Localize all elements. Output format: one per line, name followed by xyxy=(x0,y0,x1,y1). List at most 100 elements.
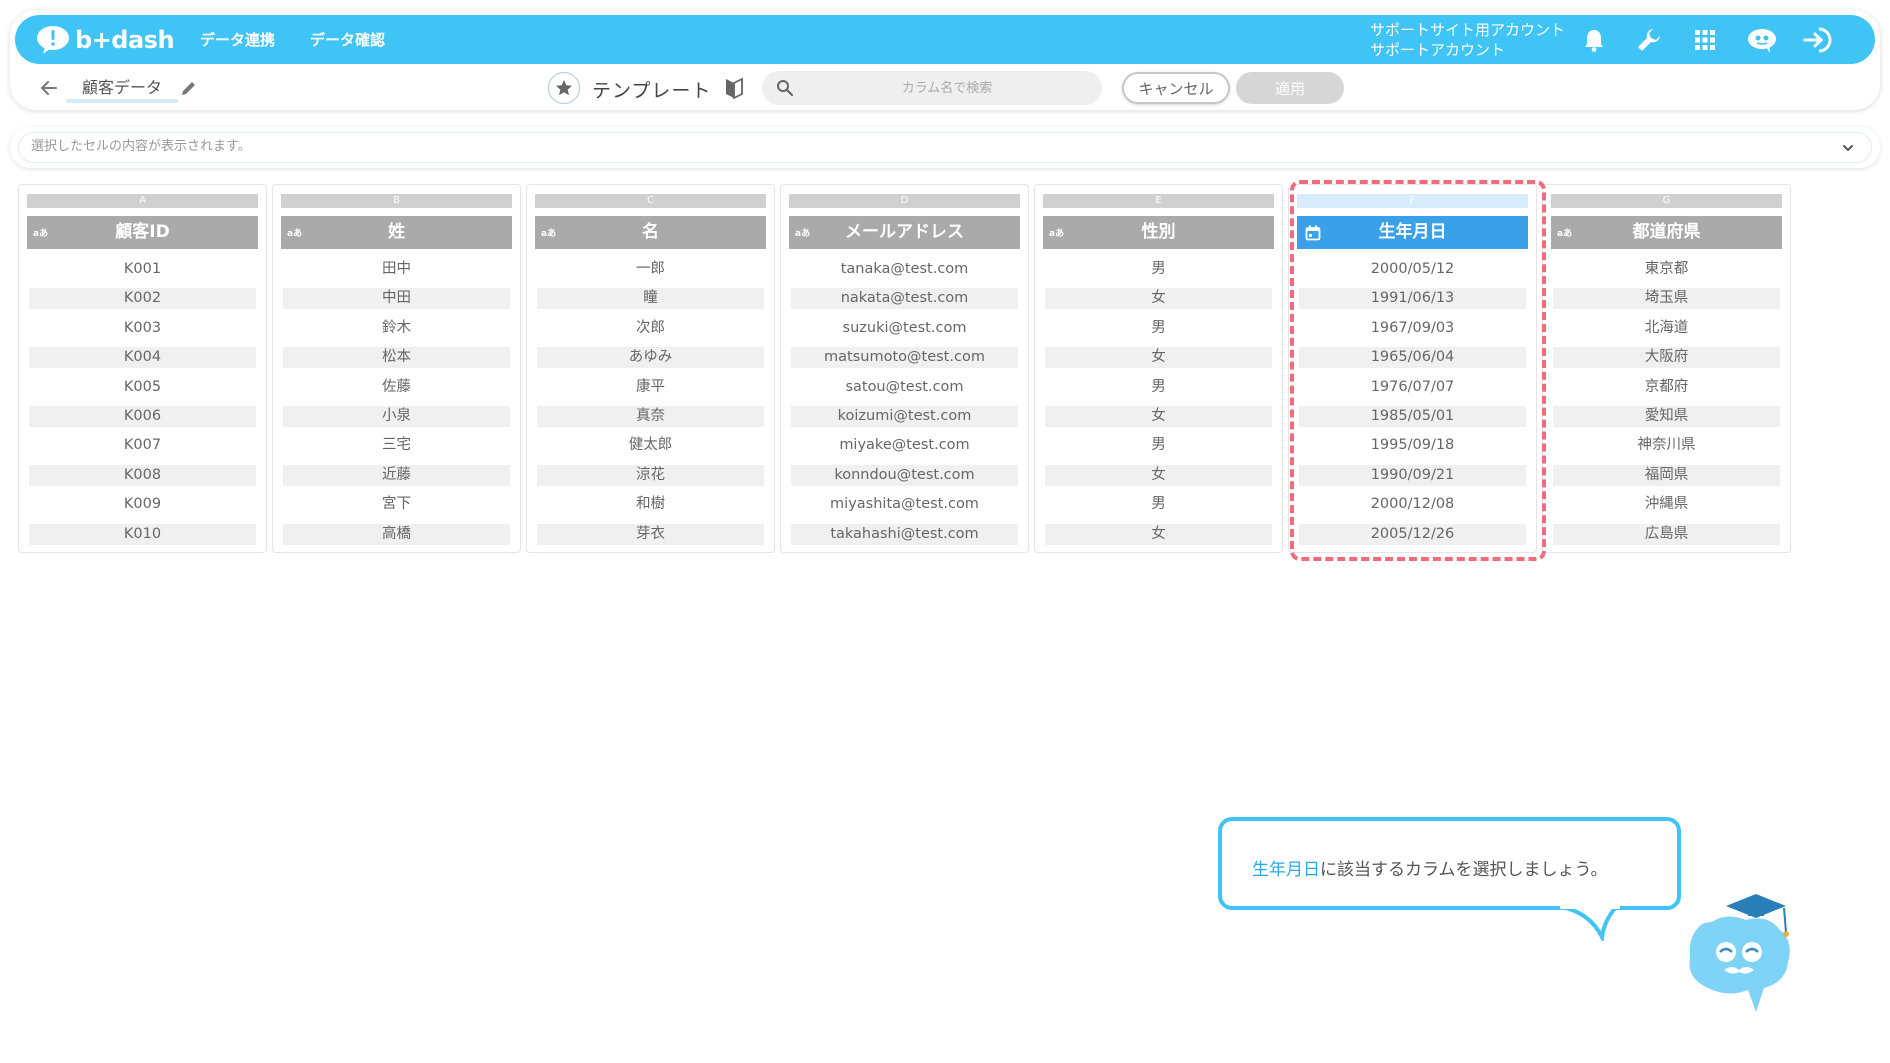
search-input[interactable] xyxy=(802,71,1092,105)
table-cell[interactable]: 中田 xyxy=(283,288,510,310)
table-cell[interactable]: 1985/05/01 xyxy=(1299,406,1526,427)
table-cell[interactable]: K004 xyxy=(29,347,256,369)
table-cell[interactable]: matsumoto@test.com xyxy=(791,347,1018,369)
cell-content-display[interactable]: 選択したセルの内容が表示されます。 xyxy=(18,132,1872,163)
table-cell[interactable]: 涼花 xyxy=(537,464,764,486)
table-cell[interactable]: 2000/05/12 xyxy=(1299,259,1526,280)
pencil-icon[interactable] xyxy=(180,79,198,97)
wrench-icon[interactable] xyxy=(1635,26,1663,54)
table-cell[interactable]: 真奈 xyxy=(537,406,764,427)
table-cell[interactable]: 男 xyxy=(1045,435,1272,456)
apps-grid-icon[interactable] xyxy=(1691,26,1719,54)
table-cell[interactable]: 佐藤 xyxy=(283,377,510,398)
table-cell[interactable]: tanaka@test.com xyxy=(791,259,1018,280)
support-mascot-icon[interactable] xyxy=(1745,26,1779,54)
table-cell[interactable]: K008 xyxy=(29,464,256,486)
logout-icon[interactable] xyxy=(1802,26,1836,54)
column-header[interactable]: aあ姓 xyxy=(281,216,512,249)
cancel-button[interactable]: キャンセル xyxy=(1122,72,1230,104)
table-cell[interactable]: 2005/12/26 xyxy=(1299,523,1526,545)
table-cell[interactable]: K007 xyxy=(29,435,256,456)
table-cell[interactable]: 2000/12/08 xyxy=(1299,494,1526,515)
table-cell[interactable]: K010 xyxy=(29,523,256,545)
column-header[interactable]: aあ 性別 xyxy=(1043,216,1274,249)
column-d[interactable]: Daあ メールアドレス tanaka@test.com nakata@test.com… xyxy=(780,184,1029,553)
table-cell[interactable]: 男 xyxy=(1045,318,1272,339)
beginner-mark-icon[interactable] xyxy=(724,77,744,99)
table-cell[interactable]: 健太郎 xyxy=(537,435,764,456)
table-cell[interactable]: 大阪府 xyxy=(1553,347,1780,369)
table-cell[interactable]: 東京都 xyxy=(1553,259,1780,280)
table-cell[interactable]: 京都府 xyxy=(1553,377,1780,398)
table-cell[interactable]: 神奈川県 xyxy=(1553,435,1780,456)
table-cell[interactable]: 広島県 xyxy=(1553,523,1780,545)
table-cell[interactable]: 1967/09/03 xyxy=(1299,318,1526,339)
table-cell[interactable]: K009 xyxy=(29,494,256,515)
table-cell[interactable]: 1965/06/04 xyxy=(1299,347,1526,369)
table-cell[interactable]: K005 xyxy=(29,377,256,398)
table-cell[interactable]: 男 xyxy=(1045,494,1272,515)
column-c[interactable]: Caあ名一郎瞳次郎 あゆみ 康平 真奈 健太郎 涼花 和樹 芽衣 xyxy=(526,184,775,553)
table-cell[interactable]: 一郎 xyxy=(537,259,764,280)
nav-data-check[interactable]: データ確認 xyxy=(310,15,385,64)
table-cell[interactable]: satou@test.com xyxy=(791,377,1018,398)
table-cell[interactable]: 鈴木 xyxy=(283,318,510,339)
table-cell[interactable]: nakata@test.com xyxy=(791,288,1018,310)
table-cell[interactable]: 1991/06/13 xyxy=(1299,288,1526,310)
apply-button[interactable]: 適用 xyxy=(1236,72,1344,104)
table-cell[interactable]: 和樹 xyxy=(537,494,764,515)
table-cell[interactable]: suzuki@test.com xyxy=(791,318,1018,339)
back-arrow-icon[interactable] xyxy=(38,78,60,98)
table-cell[interactable]: 女 xyxy=(1045,406,1272,427)
table-cell[interactable]: 女 xyxy=(1045,464,1272,486)
table-cell[interactable]: 愛知県 xyxy=(1553,406,1780,427)
table-cell[interactable]: 宮下 xyxy=(283,494,510,515)
table-cell[interactable]: konndou@test.com xyxy=(791,464,1018,486)
table-cell[interactable]: 次郎 xyxy=(537,318,764,339)
nav-data-integration[interactable]: データ連携 xyxy=(200,15,275,64)
table-cell[interactable]: 女 xyxy=(1045,288,1272,310)
table-cell[interactable]: miyashita@test.com xyxy=(791,494,1018,515)
table-cell[interactable]: 埼玉県 xyxy=(1553,288,1780,310)
table-cell[interactable]: 瞳 xyxy=(537,288,764,310)
chevron-down-icon[interactable] xyxy=(1839,139,1857,157)
table-cell[interactable]: 芽衣 xyxy=(537,523,764,545)
column-header[interactable]: aあ名 xyxy=(535,216,766,249)
table-cell[interactable]: 男 xyxy=(1045,377,1272,398)
table-cell[interactable]: miyake@test.com xyxy=(791,435,1018,456)
column-header[interactable]: aあ メールアドレス xyxy=(789,216,1020,249)
column-header[interactable]: aあ 顧客ID xyxy=(27,216,258,249)
table-cell[interactable]: 高橋 xyxy=(283,523,510,545)
bdash-logo[interactable]: b+dash xyxy=(35,23,175,57)
table-cell[interactable]: 沖縄県 xyxy=(1553,494,1780,515)
table-cell[interactable]: 女 xyxy=(1045,523,1272,545)
account-info[interactable]: サポートサイト用アカウント サポートアカウント xyxy=(1370,20,1565,60)
table-cell[interactable]: takahashi@test.com xyxy=(791,523,1018,545)
column-search[interactable] xyxy=(762,71,1102,105)
column-e[interactable]: Eaあ 性別男女男女男女男女男女 xyxy=(1034,184,1283,553)
column-header[interactable]: 生年月日 xyxy=(1297,216,1528,249)
table-cell[interactable]: 女 xyxy=(1045,347,1272,369)
column-header[interactable]: aあ 都道府県 xyxy=(1551,216,1782,249)
table-cell[interactable]: 1990/09/21 xyxy=(1299,464,1526,486)
table-cell[interactable]: 北海道 xyxy=(1553,318,1780,339)
column-b[interactable]: Baあ姓田中 中田 鈴木 松本 佐藤 小泉 三宅 近藤 宮下 高橋 xyxy=(272,184,521,553)
table-cell[interactable]: 三宅 xyxy=(283,435,510,456)
table-cell[interactable]: 福岡県 xyxy=(1553,464,1780,486)
column-g[interactable]: Gaあ 都道府県 東京都 埼玉県 北海道 大阪府 京都府 愛知県 神奈川県 福岡県 沖縄県 広島県 xyxy=(1542,184,1791,553)
table-cell[interactable]: K003 xyxy=(29,318,256,339)
table-cell[interactable]: K002 xyxy=(29,288,256,310)
table-cell[interactable]: 1976/07/07 xyxy=(1299,377,1526,398)
table-cell[interactable]: 松本 xyxy=(283,347,510,369)
table-cell[interactable]: 田中 xyxy=(283,259,510,280)
table-cell[interactable]: 近藤 xyxy=(283,464,510,486)
column-a[interactable]: Aaあ 顧客ID K001 K002 K003 K004 K005 K006 K007 K008 K… xyxy=(18,184,267,553)
column-f[interactable]: F 生年月日 2000/05/12 1991/06/13 1967/09/03 1965/… xyxy=(1288,184,1537,553)
table-cell[interactable]: K006 xyxy=(29,406,256,427)
bell-icon[interactable] xyxy=(1580,26,1608,54)
table-cell[interactable]: K001 xyxy=(29,259,256,280)
favorite-button[interactable] xyxy=(548,72,580,104)
table-cell[interactable]: あゆみ xyxy=(537,347,764,369)
table-cell[interactable]: koizumi@test.com xyxy=(791,406,1018,427)
table-cell[interactable]: 康平 xyxy=(537,377,764,398)
